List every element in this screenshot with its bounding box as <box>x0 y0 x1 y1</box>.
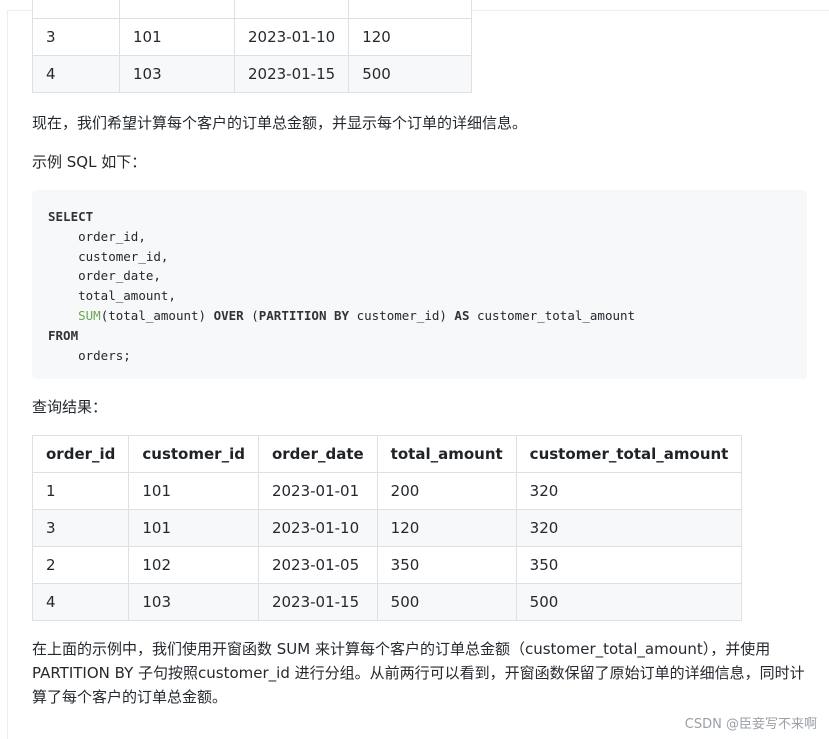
table-cell: 2023-01-01 <box>257 472 378 510</box>
query-result-table: order_id customer_id order_date total_am… <box>31 435 743 621</box>
code-text: ( <box>243 307 259 323</box>
column-header: customer_total_amount <box>515 435 743 473</box>
csdn-watermark: CSDN @臣妾写不来啊 <box>684 717 817 732</box>
table-cell: 103 <box>128 583 259 621</box>
column-header: order_id <box>31 435 130 473</box>
table-cell: 2023-01-05 <box>257 546 378 584</box>
table-row: 4 103 2023-01-15 500 500 <box>31 583 743 621</box>
table-cell: 350 <box>376 546 517 584</box>
table-cell: 2023-01-10 <box>257 509 378 547</box>
table-cell: 103 <box>119 55 235 93</box>
table-cell: 2 <box>31 546 130 584</box>
table-cell: 500 <box>376 583 517 621</box>
code-line: customer_id, <box>78 248 169 264</box>
code-text: (total_amount) <box>100 307 214 323</box>
code-keyword: SELECT <box>48 209 94 224</box>
table-row: 3 101 2023-01-10 120 <box>32 18 473 56</box>
code-keyword: OVER <box>213 307 244 323</box>
table-cell: 200 <box>376 472 517 510</box>
content-left-border <box>7 10 8 739</box>
code-line: order_id, <box>78 228 146 244</box>
table-cell: 101 <box>128 509 259 547</box>
code-line: order_date, <box>78 268 161 284</box>
table-cell: 500 <box>515 583 743 621</box>
table-cell: 102 <box>128 546 259 584</box>
table-cell: 2023-01-15 <box>257 583 378 621</box>
code-keyword: FROM <box>48 327 79 343</box>
intro-paragraph: 现在，我们希望计算每个客户的订单总金额，并显示每个订单的详细信息。 <box>32 114 528 132</box>
table-cell: 2023-01-10 <box>233 18 350 56</box>
table-cell: 120 <box>376 509 517 547</box>
column-header: total_amount <box>376 435 517 473</box>
table-row: 4 103 2023-01-15 500 <box>32 55 473 93</box>
table-header-row: order_id customer_id order_date total_am… <box>31 435 743 473</box>
table-cell: 1 <box>31 472 130 510</box>
orders-table-partial: 3 101 2023-01-10 120 4 103 2023-01-15 50… <box>32 0 473 93</box>
table-cell: 101 <box>119 18 235 56</box>
table-row: 2 102 2023-01-05 350 350 <box>31 546 743 584</box>
table-cell: 320 <box>515 509 743 547</box>
table-cell: 120 <box>348 18 473 56</box>
code-keyword: AS <box>454 307 470 323</box>
table-cell: 3 <box>32 18 120 56</box>
table-cell: 350 <box>515 546 743 584</box>
table-cell <box>119 0 235 19</box>
code-text: customer_total_amount <box>469 307 636 323</box>
table-row <box>32 0 473 19</box>
code-function: SUM <box>78 307 101 323</box>
table-cell <box>348 0 473 19</box>
code-text: customer_id) <box>349 307 455 323</box>
table-cell: 500 <box>348 55 473 93</box>
column-header: order_date <box>257 435 378 473</box>
table-cell: 2023-01-15 <box>233 55 350 93</box>
table-row: 1 101 2023-01-01 200 320 <box>31 472 743 510</box>
code-keyword: PARTITION BY <box>258 307 350 323</box>
table-cell <box>32 0 120 19</box>
table-cell <box>233 0 350 19</box>
code-line: orders; <box>78 347 131 363</box>
table-cell: 101 <box>128 472 259 510</box>
result-intro-paragraph: 查询结果： <box>32 398 108 416</box>
sql-intro-paragraph: 示例 SQL 如下： <box>32 153 147 171</box>
explanation-paragraph: 在上面的示例中，我们使用开窗函数 SUM 来计算每个客户的订单总金额（custo… <box>32 640 805 706</box>
sql-code-block[interactable]: SELECT order_id, customer_id, order_date… <box>32 190 807 379</box>
table-row: 3 101 2023-01-10 120 320 <box>31 509 743 547</box>
code-line: total_amount, <box>78 288 176 304</box>
table-cell: 4 <box>32 55 120 93</box>
table-cell: 3 <box>31 509 130 547</box>
column-header: customer_id <box>128 435 259 473</box>
table-cell: 320 <box>515 472 743 510</box>
table-cell: 4 <box>31 583 130 621</box>
